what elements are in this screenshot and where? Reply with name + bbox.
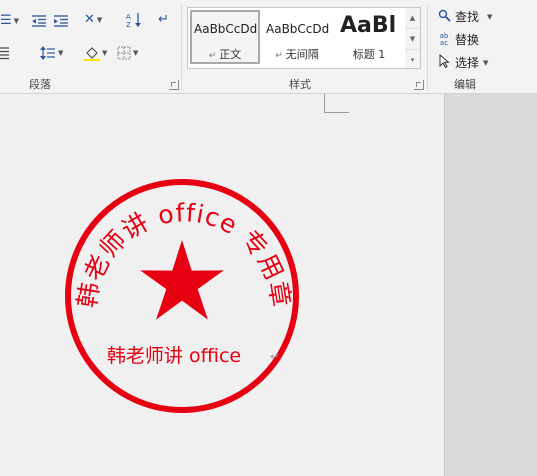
search-icon — [437, 9, 451, 25]
multilevel-list-button[interactable]: ☰ ▼ — [0, 14, 19, 27]
chevron-down-icon: ▼ — [58, 49, 64, 57]
star-icon — [140, 240, 224, 320]
paint-bucket-icon — [84, 47, 100, 61]
document-background — [444, 94, 537, 476]
seal-graphic[interactable]: 韩老师讲 office 专用章 韩老师讲 office — [64, 178, 300, 414]
seal-inner-text: 韩老师讲 office — [107, 345, 241, 367]
style-heading-1-sample: AaBl — [340, 13, 397, 38]
multilevel-list-icon: ☰ — [0, 13, 12, 28]
style-no-spacing-name-wrap: ↵ 无间隔 — [262, 46, 332, 62]
style-heading-1-name: 标题 1 — [352, 48, 386, 61]
justify-icon — [0, 47, 9, 60]
paragraph-mark-icon: ↵ — [270, 350, 280, 363]
line-spacing-icon — [40, 46, 55, 60]
paragraph-dialog-launcher[interactable] — [169, 80, 179, 90]
replace-button[interactable]: ab ac 替换 — [437, 31, 479, 48]
chevron-down-icon: ▼ — [483, 58, 489, 67]
line-spacing-button[interactable]: ▼ — [40, 46, 63, 60]
style-heading-1[interactable]: AaBl 标题 1 — [334, 10, 404, 64]
styles-gallery-scroll: ▲ ▼ ▾ — [405, 7, 421, 69]
paragraph-mark-icon: ↵ — [275, 51, 286, 61]
find-button[interactable]: 查找 ▼ — [437, 8, 492, 25]
select-label: 选择 — [455, 56, 480, 70]
gallery-scroll-down-icon[interactable]: ▼ — [405, 29, 420, 50]
sort-button[interactable]: AZ — [126, 12, 144, 28]
asian-layout-icon: ✕ — [84, 12, 95, 27]
gallery-more-icon[interactable]: ▾ — [405, 50, 420, 70]
style-normal-sample: AaBbCcDd — [194, 22, 258, 36]
style-normal[interactable]: AaBbCcDd ↵ 正文 — [190, 10, 260, 64]
shading-button[interactable]: ▼ — [84, 45, 107, 61]
styles-group-label: 样式 — [289, 78, 311, 91]
svg-text:A: A — [126, 13, 131, 21]
chevron-down-icon: ▼ — [13, 16, 20, 25]
find-label: 查找 — [455, 10, 480, 24]
asian-layout-button[interactable]: ✕ ▼ — [84, 13, 102, 26]
paragraph-mark-icon: ↵ — [208, 51, 220, 61]
editing-group-label: 编辑 — [454, 78, 476, 91]
chevron-down-icon: ▼ — [487, 12, 493, 21]
replace-label: 替换 — [455, 33, 480, 47]
svg-text:Z: Z — [126, 21, 131, 28]
paragraph-group-label: 段落 — [29, 78, 51, 91]
increase-indent-icon — [54, 15, 68, 27]
show-marks-button[interactable]: ↵ — [158, 13, 169, 26]
replace-icon: ab ac — [439, 31, 449, 47]
ribbon: ☰ ▼ ✕ ▼ AZ ↵ ▼ ▼ ▼ 段落 AaBbCcDd ↵ 正文 AaBbCc… — [0, 0, 537, 94]
increase-indent-button[interactable] — [53, 14, 69, 27]
chevron-down-icon: ▼ — [133, 49, 139, 57]
style-normal-name: 正文 — [219, 48, 242, 61]
decrease-indent-button[interactable] — [31, 14, 47, 27]
gallery-scroll-up-icon[interactable]: ▲ — [405, 8, 420, 29]
chevron-down-icon: ▼ — [102, 49, 108, 57]
styles-dialog-launcher[interactable] — [414, 80, 424, 90]
group-divider — [427, 4, 428, 90]
decrease-indent-icon — [32, 15, 46, 27]
style-no-spacing-name: 无间隔 — [285, 48, 319, 61]
justify-button[interactable] — [0, 46, 9, 60]
style-normal-name-wrap: ↵ 正文 — [190, 46, 260, 62]
chevron-down-icon: ▼ — [96, 15, 103, 24]
style-no-spacing-sample: AaBbCcDd — [266, 22, 330, 36]
select-button[interactable]: 选择 ▼ — [437, 53, 489, 71]
borders-button[interactable]: ▼ — [117, 46, 138, 60]
style-no-spacing[interactable]: AaBbCcDd ↵ 无间隔 — [262, 10, 332, 64]
sort-az-icon: AZ — [126, 13, 141, 28]
paragraph-mark-icon: ↵ — [158, 12, 169, 27]
margin-corner-mark — [324, 94, 349, 113]
borders-icon — [117, 46, 131, 60]
cursor-arrow-icon — [437, 53, 451, 71]
styles-gallery: AaBbCcDd ↵ 正文 AaBbCcDd ↵ 无间隔 AaBl 标题 1 — [187, 7, 407, 69]
group-divider — [181, 4, 182, 90]
